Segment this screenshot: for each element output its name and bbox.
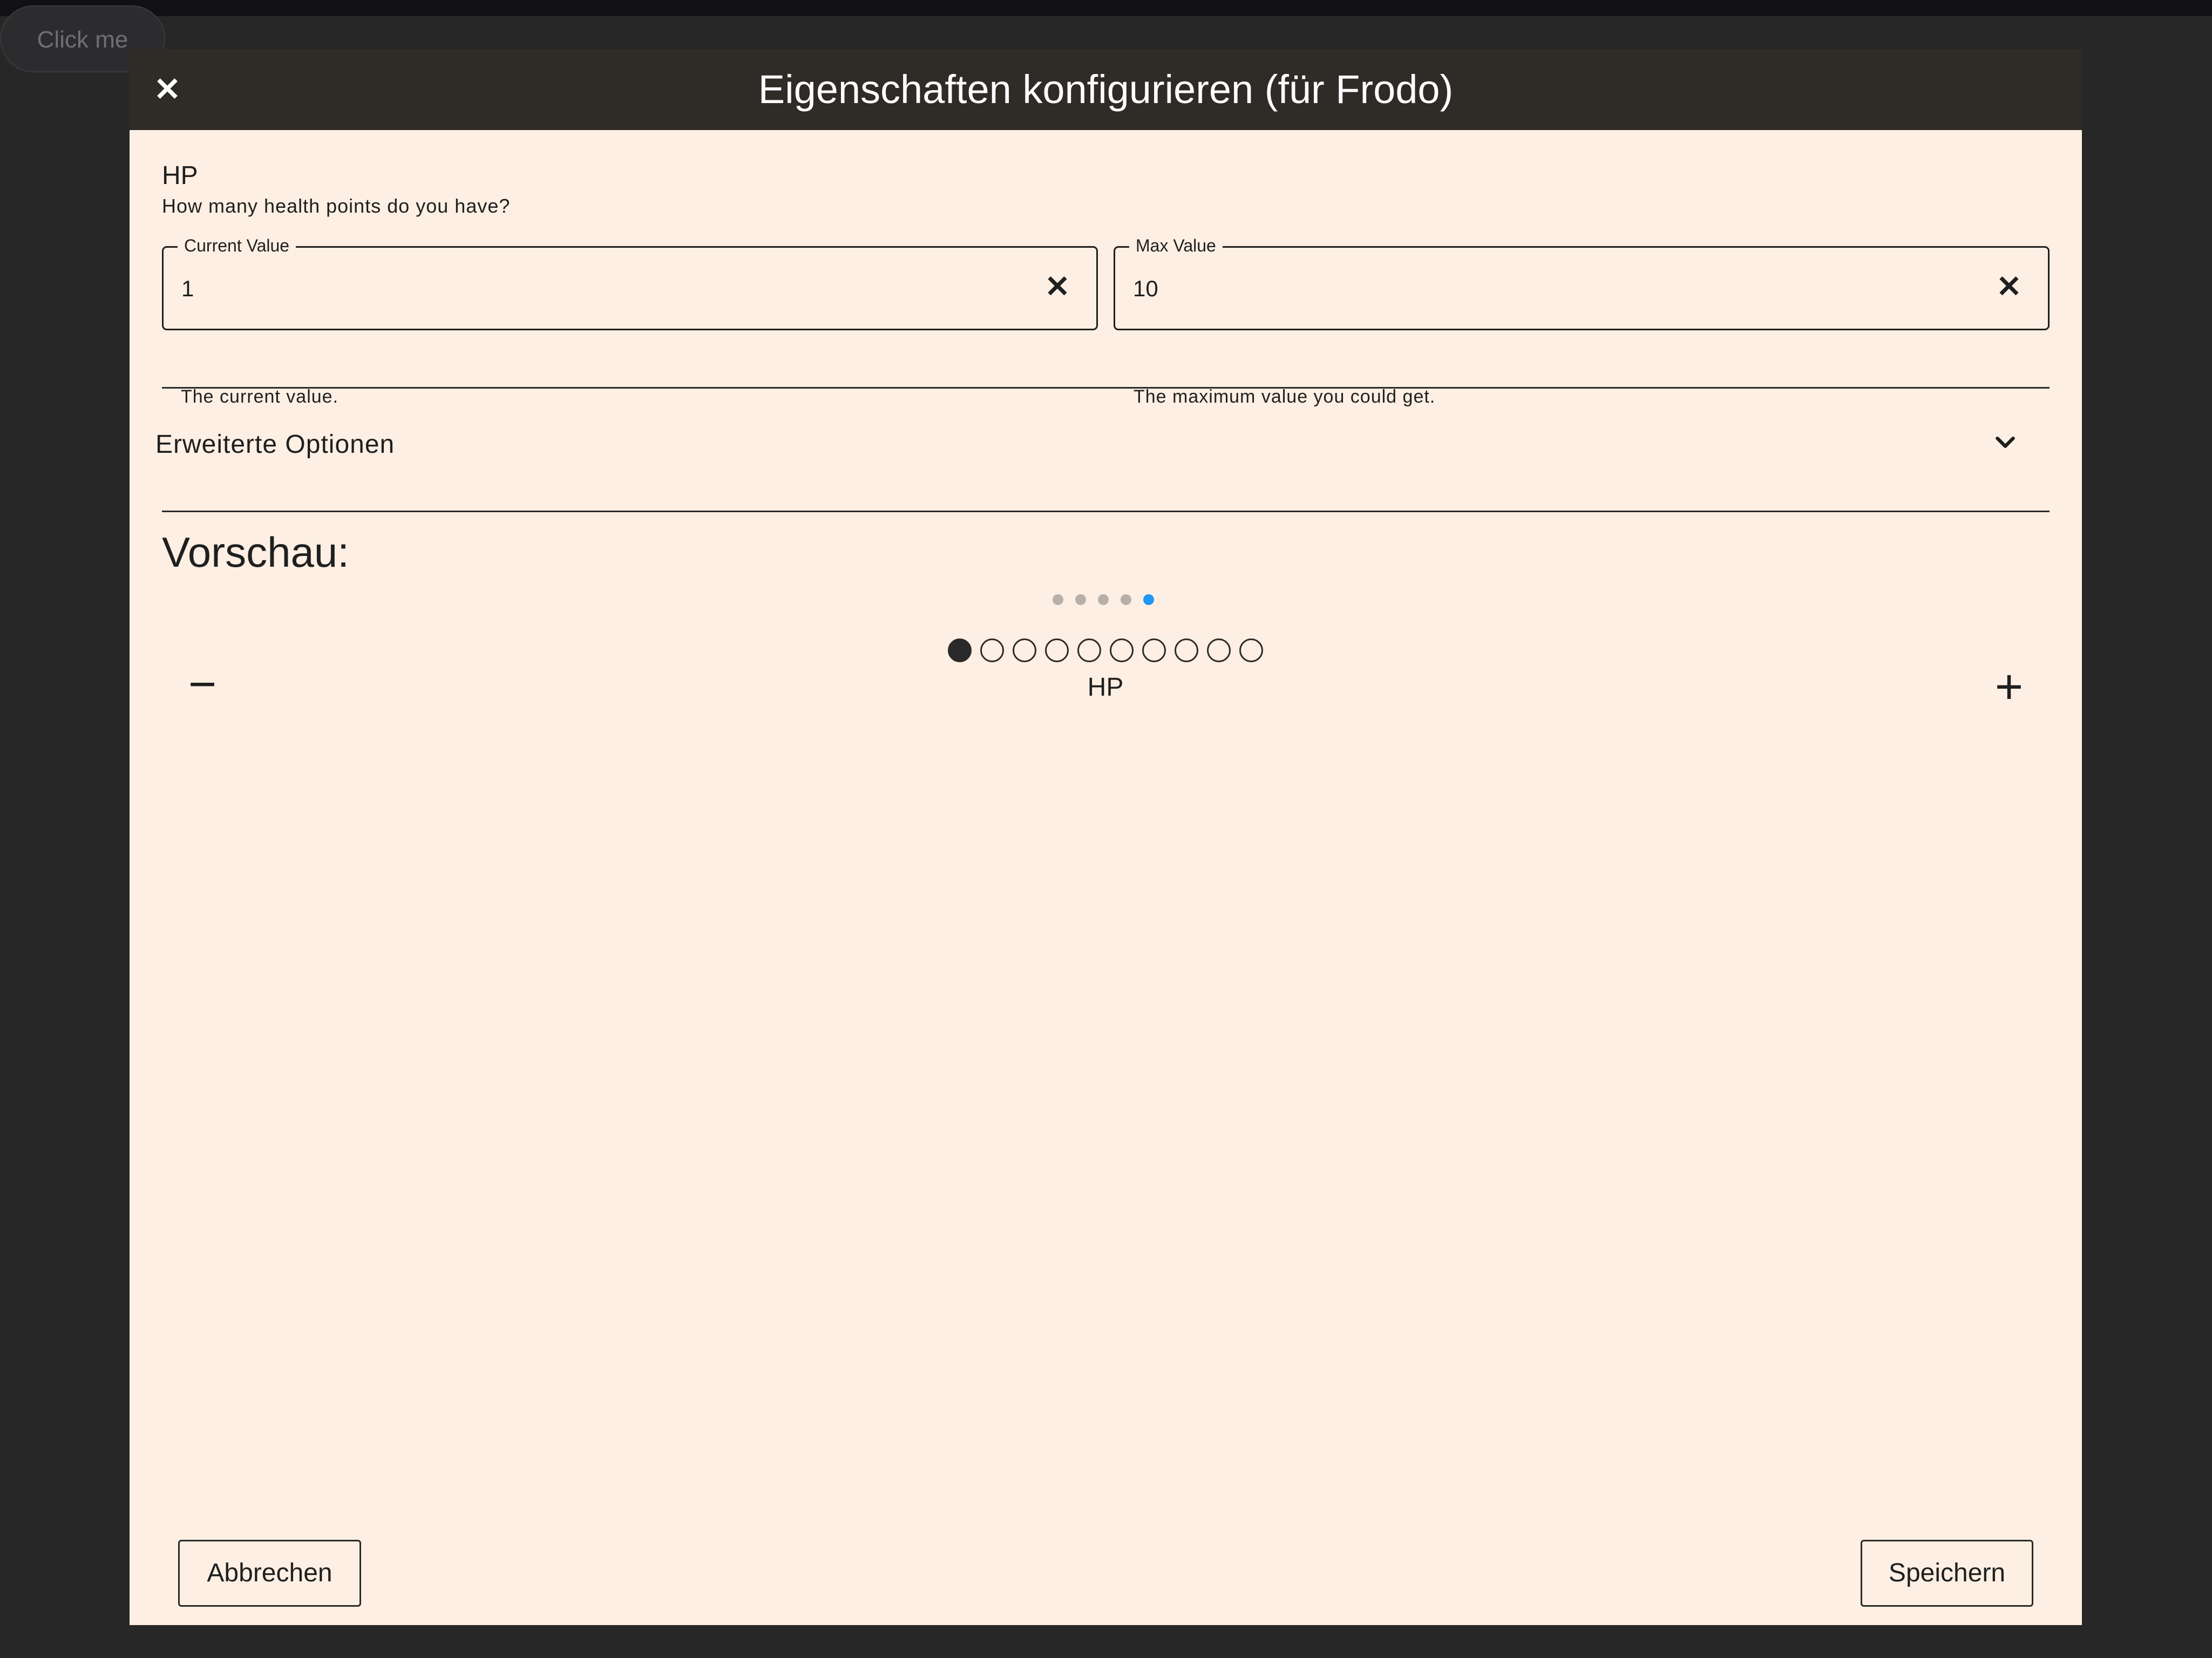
close-icon[interactable]: ✕ <box>151 73 184 106</box>
tracker-circle[interactable] <box>1013 638 1036 662</box>
minus-icon[interactable]: − <box>178 660 227 711</box>
clear-max-value-icon[interactable]: ✕ <box>1992 269 2026 304</box>
tracker-circle[interactable] <box>1045 638 1069 662</box>
max-value-label: Max Value <box>1129 236 1223 256</box>
attribute-description: How many health points do you have? <box>162 195 511 217</box>
plus-icon[interactable]: + <box>1985 663 2033 711</box>
dialog-title: Eigenschaften konfigurieren (für Frodo) <box>758 67 1454 112</box>
max-value-input[interactable]: 10 <box>1133 276 1158 302</box>
tracker-circle[interactable] <box>1077 638 1101 662</box>
advanced-options-label: Erweiterte Optionen <box>155 430 395 459</box>
save-button[interactable]: Speichern <box>1861 1540 2033 1607</box>
tracker-circle[interactable] <box>948 638 972 662</box>
top-bar <box>0 0 2212 16</box>
tracker-circle[interactable] <box>980 638 1004 662</box>
pager-dot[interactable] <box>1053 594 1063 605</box>
tracker-label: HP <box>1087 673 1124 702</box>
tracker-circle[interactable] <box>1175 638 1198 662</box>
max-value-field[interactable]: Max Value 10 ✕ <box>1114 236 2050 330</box>
configure-attributes-dialog: ✕ Eigenschaften konfigurieren (für Frodo… <box>130 49 2082 1625</box>
pager-dot[interactable] <box>1143 594 1154 605</box>
tracker-circle[interactable] <box>1239 638 1263 662</box>
tracker-circle[interactable] <box>1110 638 1134 662</box>
preview-title: Vorschau: <box>162 528 349 576</box>
tracker-circle[interactable] <box>1142 638 1166 662</box>
current-value-field[interactable]: Current Value 1 ✕ <box>162 236 1098 330</box>
dialog-header: ✕ Eigenschaften konfigurieren (für Frodo… <box>130 49 2082 130</box>
chevron-down-icon[interactable] <box>1986 423 2024 460</box>
clear-current-value-icon[interactable]: ✕ <box>1040 269 1075 304</box>
current-value-input[interactable]: 1 <box>181 276 194 302</box>
divider <box>162 511 2050 512</box>
pager-dot[interactable] <box>1121 594 1131 605</box>
attribute-name: HP <box>162 161 198 190</box>
cancel-button[interactable]: Abbrechen <box>178 1540 361 1607</box>
hp-tracker <box>948 638 1272 665</box>
pager-dot[interactable] <box>1098 594 1109 605</box>
current-value-label: Current Value <box>178 236 296 256</box>
advanced-options-accordion[interactable] <box>162 389 2050 511</box>
tracker-circle[interactable] <box>1207 638 1231 662</box>
pager-dot[interactable] <box>1075 594 1086 605</box>
